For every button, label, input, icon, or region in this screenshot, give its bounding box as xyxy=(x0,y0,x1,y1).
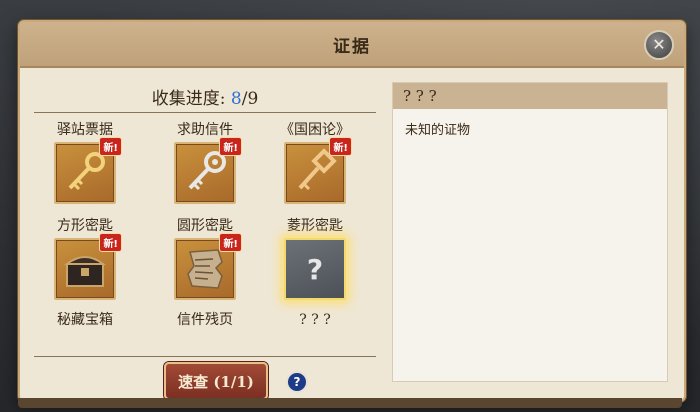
evidence-grid-panel: 收集进度: 8/9 驿站票据 新! 求助信件 新! 《国困论》 新! 方形密匙 … xyxy=(34,74,376,400)
item-label: 方形密匙 xyxy=(57,218,113,234)
item-label: 圆形密匙 xyxy=(177,218,233,234)
question-mark-icon: ? xyxy=(306,252,324,286)
progress-label: 收集进度: xyxy=(151,89,226,109)
item-tile[interactable]: 新! xyxy=(174,233,242,300)
evidence-item-treatise[interactable]: 《国困论》 新! xyxy=(260,120,370,204)
item-tile-selected[interactable]: ? xyxy=(284,238,346,300)
item-tile[interactable]: 新! xyxy=(54,137,122,204)
item-label: ? ? ? xyxy=(299,312,331,328)
dialog-bottom-bar xyxy=(18,398,682,408)
dialog-header: 证据 ✕ xyxy=(20,22,684,68)
evidence-dialog: 证据 ✕ 收集进度: 8/9 驿站票据 新! 求助信件 新! 《国困论》 新! … xyxy=(18,20,686,402)
new-badge: 新! xyxy=(219,137,242,156)
item-label: 驿站票据 xyxy=(57,122,113,138)
progress-total: 9 xyxy=(247,89,259,109)
new-badge: 新! xyxy=(329,137,352,156)
item-tile[interactable]: 新! xyxy=(174,137,242,204)
new-badge: 新! xyxy=(99,137,122,156)
evidence-item-letter[interactable]: 求助信件 新! xyxy=(150,120,260,204)
item-tile[interactable]: 新! xyxy=(284,137,352,204)
dialog-title: 证据 xyxy=(333,36,371,57)
item-label: 秘藏宝箱 xyxy=(57,312,113,328)
evidence-item-ticket[interactable]: 驿站票据 新! xyxy=(30,120,140,204)
quick-check-button[interactable]: 速查 (1/1) xyxy=(164,362,268,400)
evidence-item-square-key[interactable]: 方形密匙 新! xyxy=(30,216,140,300)
new-badge: 新! xyxy=(219,233,242,252)
item-tile[interactable]: 新! xyxy=(54,233,122,300)
evidence-item-letter-fragment[interactable]: 信件残页 xyxy=(150,310,260,330)
close-icon: ✕ xyxy=(652,35,666,54)
progress-current: 8 xyxy=(230,89,242,109)
new-badge: 新! xyxy=(99,233,122,252)
evidence-detail-panel: ? ? ? 未知的证物 xyxy=(392,82,668,382)
item-label: 求助信件 xyxy=(177,122,233,138)
help-icon: ? xyxy=(293,375,301,389)
divider-top xyxy=(34,112,376,113)
item-label: 《国困论》 xyxy=(280,122,350,138)
close-button[interactable]: ✕ xyxy=(644,30,674,60)
divider-bottom xyxy=(34,356,376,357)
help-button[interactable]: ? xyxy=(286,371,308,393)
evidence-item-round-key[interactable]: 圆形密匙 新! xyxy=(150,216,260,300)
collection-progress: 收集进度: 8/9 xyxy=(34,84,376,109)
evidence-item-chest[interactable]: 秘藏宝箱 xyxy=(30,310,140,330)
detail-description: 未知的证物 xyxy=(405,123,471,138)
detail-title: ? ? ? xyxy=(393,83,667,109)
item-label: 信件残页 xyxy=(177,312,233,328)
evidence-item-unknown[interactable]: ? ? ? xyxy=(260,310,370,330)
evidence-item-diamond-key[interactable]: 菱形密匙 ? xyxy=(260,216,370,300)
item-label: 菱形密匙 xyxy=(287,218,343,234)
